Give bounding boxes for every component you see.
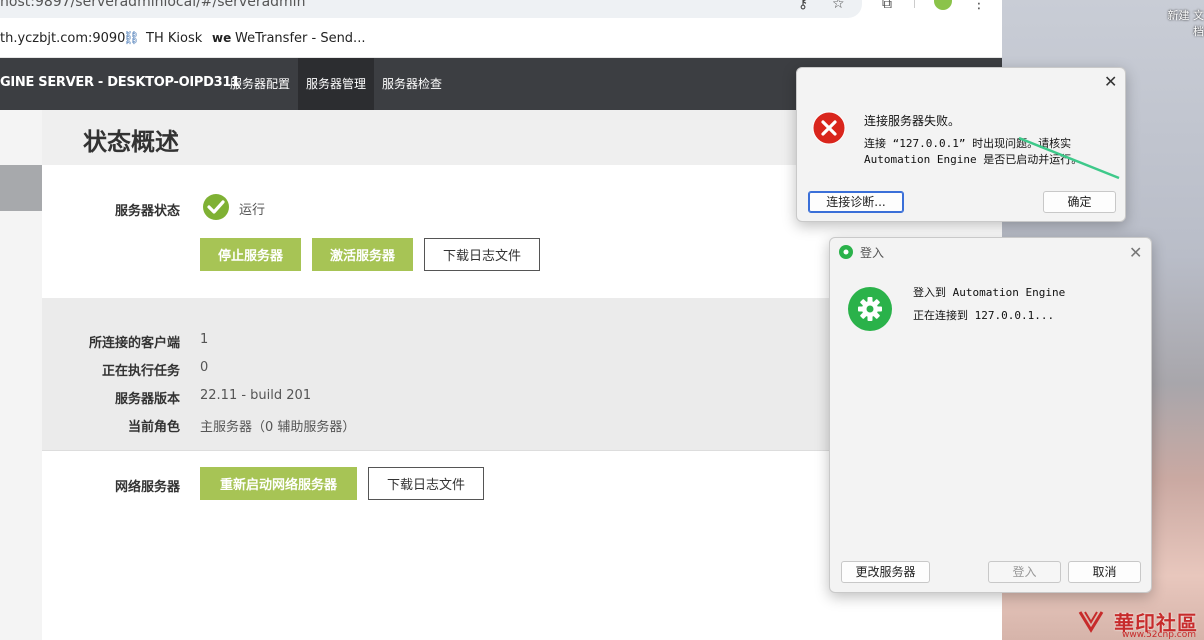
menu-icon[interactable]: ⋮ — [972, 0, 986, 12]
tab-server-management[interactable]: 服务器管理 — [298, 58, 374, 110]
watermark-url: www.52cnp.com — [1121, 630, 1196, 640]
login-target-text: 登入到 Automation Engine — [913, 286, 1066, 299]
connecting-status-text: 正在连接到 127.0.0.1... — [913, 309, 1055, 322]
download-log-button[interactable]: 下载日志文件 — [424, 238, 540, 271]
toolbar-divider — [914, 0, 915, 8]
bookmark-yczbjt[interactable]: th.yczbjt.com:9090 — [0, 31, 125, 46]
server-status-label: 服务器状态 — [114, 204, 180, 219]
server-status-value: 运行 — [239, 203, 266, 218]
bookmark-th-kiosk[interactable]: TH Kiosk — [146, 31, 202, 46]
change-server-button[interactable]: 更改服务器 — [841, 561, 930, 583]
error-title: 连接服务器失败。 — [864, 114, 961, 128]
watermark-logo-icon — [1078, 611, 1104, 633]
server-version-label: 服务器版本 — [114, 392, 180, 407]
close-icon[interactable]: ✕ — [1104, 72, 1117, 91]
close-icon[interactable]: ✕ — [1129, 243, 1142, 262]
key-icon[interactable]: ⚷ — [798, 0, 808, 12]
link-icon: ⛓ — [123, 31, 140, 46]
page-title: 状态概述 — [83, 128, 179, 156]
restart-web-server-button[interactable]: 重新启动网络服务器 — [200, 467, 357, 500]
running-tasks-value: 0 — [200, 360, 209, 375]
extensions-icon[interactable]: ⧉ — [882, 0, 892, 12]
profile-avatar[interactable] — [934, 0, 952, 10]
error-icon — [812, 111, 846, 145]
activate-server-button[interactable]: 激活服务器 — [312, 238, 413, 271]
check-circle-icon — [203, 194, 229, 220]
bookmarks-bar: th.yczbjt.com:9090 ⛓ TH Kiosk we WeTrans… — [0, 22, 1002, 58]
annotation-arrow — [1019, 136, 1120, 180]
tab-server-config[interactable]: 服务器配置 — [222, 58, 298, 110]
tab-server-check[interactable]: 服务器检查 — [374, 58, 450, 110]
connected-clients-label: 所连接的客户端 — [88, 336, 180, 351]
login-dialog-title: 登入 — [860, 246, 885, 260]
ok-button[interactable]: 确定 — [1043, 191, 1116, 213]
current-role-label: 当前角色 — [127, 420, 180, 435]
web-server-label: 网络服务器 — [114, 480, 180, 495]
star-icon[interactable]: ☆ — [832, 0, 845, 12]
app-title: GINE SERVER - DESKTOP-OIPD311 — [0, 75, 240, 90]
server-version-value: 22.11 - build 201 — [200, 388, 312, 403]
stop-server-button[interactable]: 停止服务器 — [200, 238, 301, 271]
address-bar-area: host:9897/serveradminlocal/#/serveradmin… — [0, 0, 1002, 22]
download-web-log-button[interactable]: 下载日志文件 — [368, 467, 484, 500]
url-text[interactable]: host:9897/serveradminlocal/#/serveradmin — [0, 0, 305, 10]
current-role-value: 主服务器（0 辅助服务器） — [200, 420, 356, 435]
app-logo-icon — [839, 245, 853, 259]
desktop-file-label[interactable]: 新建 文 档 — [1160, 8, 1204, 40]
error-dialog: ✕ 连接服务器失败。 连接 “127.0.0.1” 时出现问题。请核实 Auto… — [796, 67, 1126, 222]
gear-icon — [848, 287, 892, 331]
bookmark-wetransfer[interactable]: WeTransfer - Send... — [235, 31, 365, 46]
cancel-button[interactable]: 取消 — [1068, 561, 1141, 583]
connection-diagnose-button[interactable]: 连接诊断... — [808, 191, 904, 213]
login-button[interactable]: 登入 — [988, 561, 1061, 583]
running-tasks-label: 正在执行任务 — [101, 364, 180, 379]
wetransfer-icon: we — [212, 31, 232, 45]
connected-clients-value: 1 — [200, 332, 209, 347]
login-dialog: 登入 ✕ 登入到 Automation Engine 正在连接到 127.0.0… — [829, 237, 1152, 593]
